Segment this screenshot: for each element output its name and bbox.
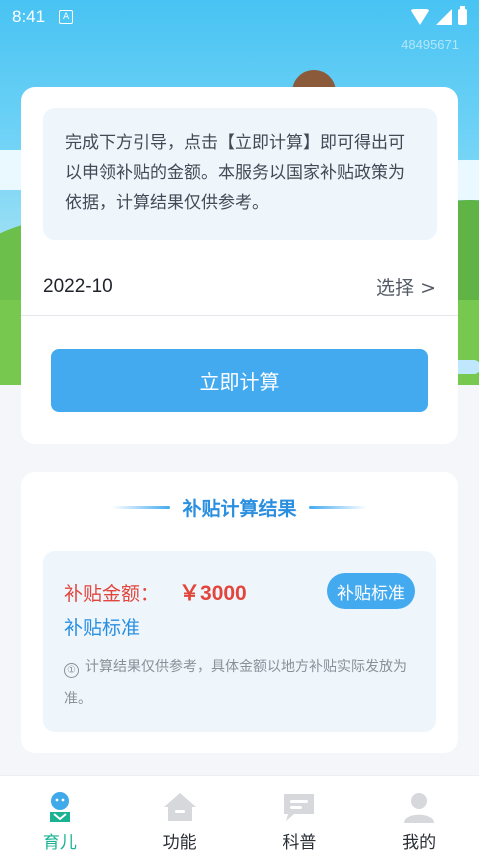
- watermark-id: 48495671: [401, 37, 459, 52]
- nav-item-mine[interactable]: 我的: [359, 776, 479, 853]
- date-select-link[interactable]: 选择 >: [376, 273, 436, 300]
- disclaimer-note: ① 计算结果仅供参考，具体金额以地方补贴实际发放为准。: [64, 651, 419, 715]
- title-decoration-left: [112, 505, 171, 509]
- result-box: 补贴金额： ￥3000 补贴标准 补贴标准 ① 计算结果仅供参考，具体金额以地方补…: [43, 551, 436, 732]
- disclaimer-text: 计算结果仅供参考，具体金额以地方补贴实际发放为准。: [64, 659, 407, 707]
- amount-value: ￥3000: [179, 582, 247, 605]
- info-icon: ①: [64, 663, 79, 678]
- calculator-card: 完成下方引导，点击【立即计算】即可得出可以申领补贴的金额。本服务以国家补贴政策为…: [21, 87, 458, 444]
- notification-a-icon: A: [59, 10, 74, 24]
- signal-icon: [436, 9, 452, 25]
- user-icon: [400, 790, 438, 824]
- date-picker-row[interactable]: 2022-10 选择 >: [21, 258, 458, 316]
- nav-label-science: 科普: [282, 833, 317, 853]
- nav-label-functions: 功能: [162, 833, 197, 853]
- battery-icon: [458, 6, 467, 25]
- status-bar: 8:41 A: [0, 0, 479, 34]
- result-title-bar: 补贴计算结果: [21, 492, 458, 522]
- nav-item-functions[interactable]: 功能: [120, 776, 240, 853]
- nav-item-parenting[interactable]: 育儿: [0, 776, 120, 853]
- amount-row: 补贴金额： ￥3000: [64, 577, 247, 607]
- date-value: 2022-10: [43, 275, 113, 297]
- nav-item-science[interactable]: 科普: [240, 776, 360, 853]
- chat-icon: [280, 790, 318, 824]
- wifi-icon: [410, 9, 430, 25]
- nav-label-parenting: 育儿: [42, 833, 77, 853]
- calculate-now-button[interactable]: 立即计算: [51, 349, 428, 412]
- status-time: 8:41: [12, 7, 46, 26]
- baby-icon: [41, 790, 79, 824]
- guide-notice: 完成下方引导，点击【立即计算】即可得出可以申领补贴的金额。本服务以国家补贴政策为…: [43, 108, 437, 240]
- result-card: 补贴计算结果 补贴金额： ￥3000 补贴标准 补贴标准 ① 计算结果仅供参考，具…: [21, 472, 458, 753]
- nav-label-mine: 我的: [402, 833, 437, 853]
- subsidy-standard-button[interactable]: 补贴标准: [327, 573, 415, 609]
- bottom-nav: 育儿 功能 科普 我的: [0, 775, 479, 853]
- amount-label: 补贴金额：: [64, 583, 160, 605]
- home-icon: [161, 790, 199, 824]
- subsidy-standard-link[interactable]: 补贴标准: [64, 613, 140, 640]
- title-decoration-right: [308, 505, 367, 509]
- result-title: 补贴计算结果: [182, 497, 297, 520]
